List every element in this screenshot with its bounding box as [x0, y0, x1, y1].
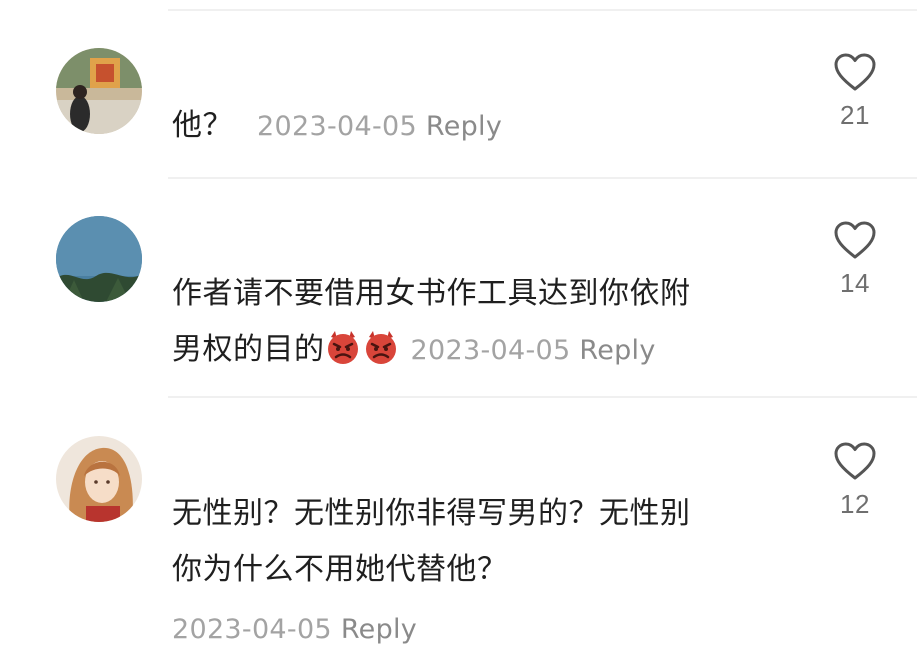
heart-outline-icon [834, 442, 876, 480]
avatar[interactable] [56, 216, 142, 302]
like-button[interactable]: 12 [826, 441, 884, 520]
like-button[interactable]: 21 [826, 52, 884, 131]
divider [168, 396, 917, 398]
reply-button[interactable]: Reply [579, 335, 655, 366]
comment-meta: 2023-04-05 Reply [411, 335, 656, 366]
avatar[interactable] [56, 436, 142, 522]
divider [168, 177, 917, 179]
angry-devil-emoji [365, 331, 396, 364]
reply-button[interactable]: Reply [341, 614, 417, 645]
comment-text-line2-row: 男权的目的 2023-04-05 Reply [172, 322, 772, 379]
avatar-image [56, 436, 142, 522]
comment-text-line1: 作者请不要借用女书作工具达到你依附 [172, 276, 691, 311]
comment-text: 他？ [172, 108, 233, 143]
divider-top [168, 9, 917, 11]
comment-meta: 2023-04-05 Reply [257, 111, 502, 142]
heart-outline-icon [834, 53, 876, 91]
avatar[interactable] [56, 48, 142, 134]
comment-date: 2023-04-05 [257, 111, 417, 142]
like-count: 14 [840, 268, 870, 298]
comment-text-line2: 你为什么不用她代替他？ [172, 552, 508, 587]
heart-outline-icon [834, 221, 876, 259]
comment-body: 他？ 2023-04-05 Reply [172, 98, 772, 155]
like-count: 12 [840, 489, 870, 519]
comment-body: 作者请不要借用女书作工具达到你依附 男权的目的 2023-04-05 Reply [172, 266, 772, 379]
comment-date: 2023-04-05 [410, 335, 571, 366]
comment-meta: 2023-04-05 Reply [172, 602, 772, 658]
comment-body: 无性别？无性别你非得写男的？无性别 你为什么不用她代替他？ 2023-04-05… [172, 486, 772, 658]
comment-text-line2: 男权的目的 [172, 332, 325, 367]
avatar-image [56, 216, 142, 302]
comment-text-line1: 无性别？无性别你非得写男的？无性别 [172, 496, 691, 531]
like-button[interactable]: 14 [826, 220, 884, 299]
reply-button[interactable]: Reply [426, 111, 502, 142]
avatar-image [56, 48, 142, 134]
comment-date: 2023-04-05 [172, 614, 332, 645]
like-count: 21 [840, 100, 870, 130]
angry-devil-emoji [327, 331, 358, 364]
